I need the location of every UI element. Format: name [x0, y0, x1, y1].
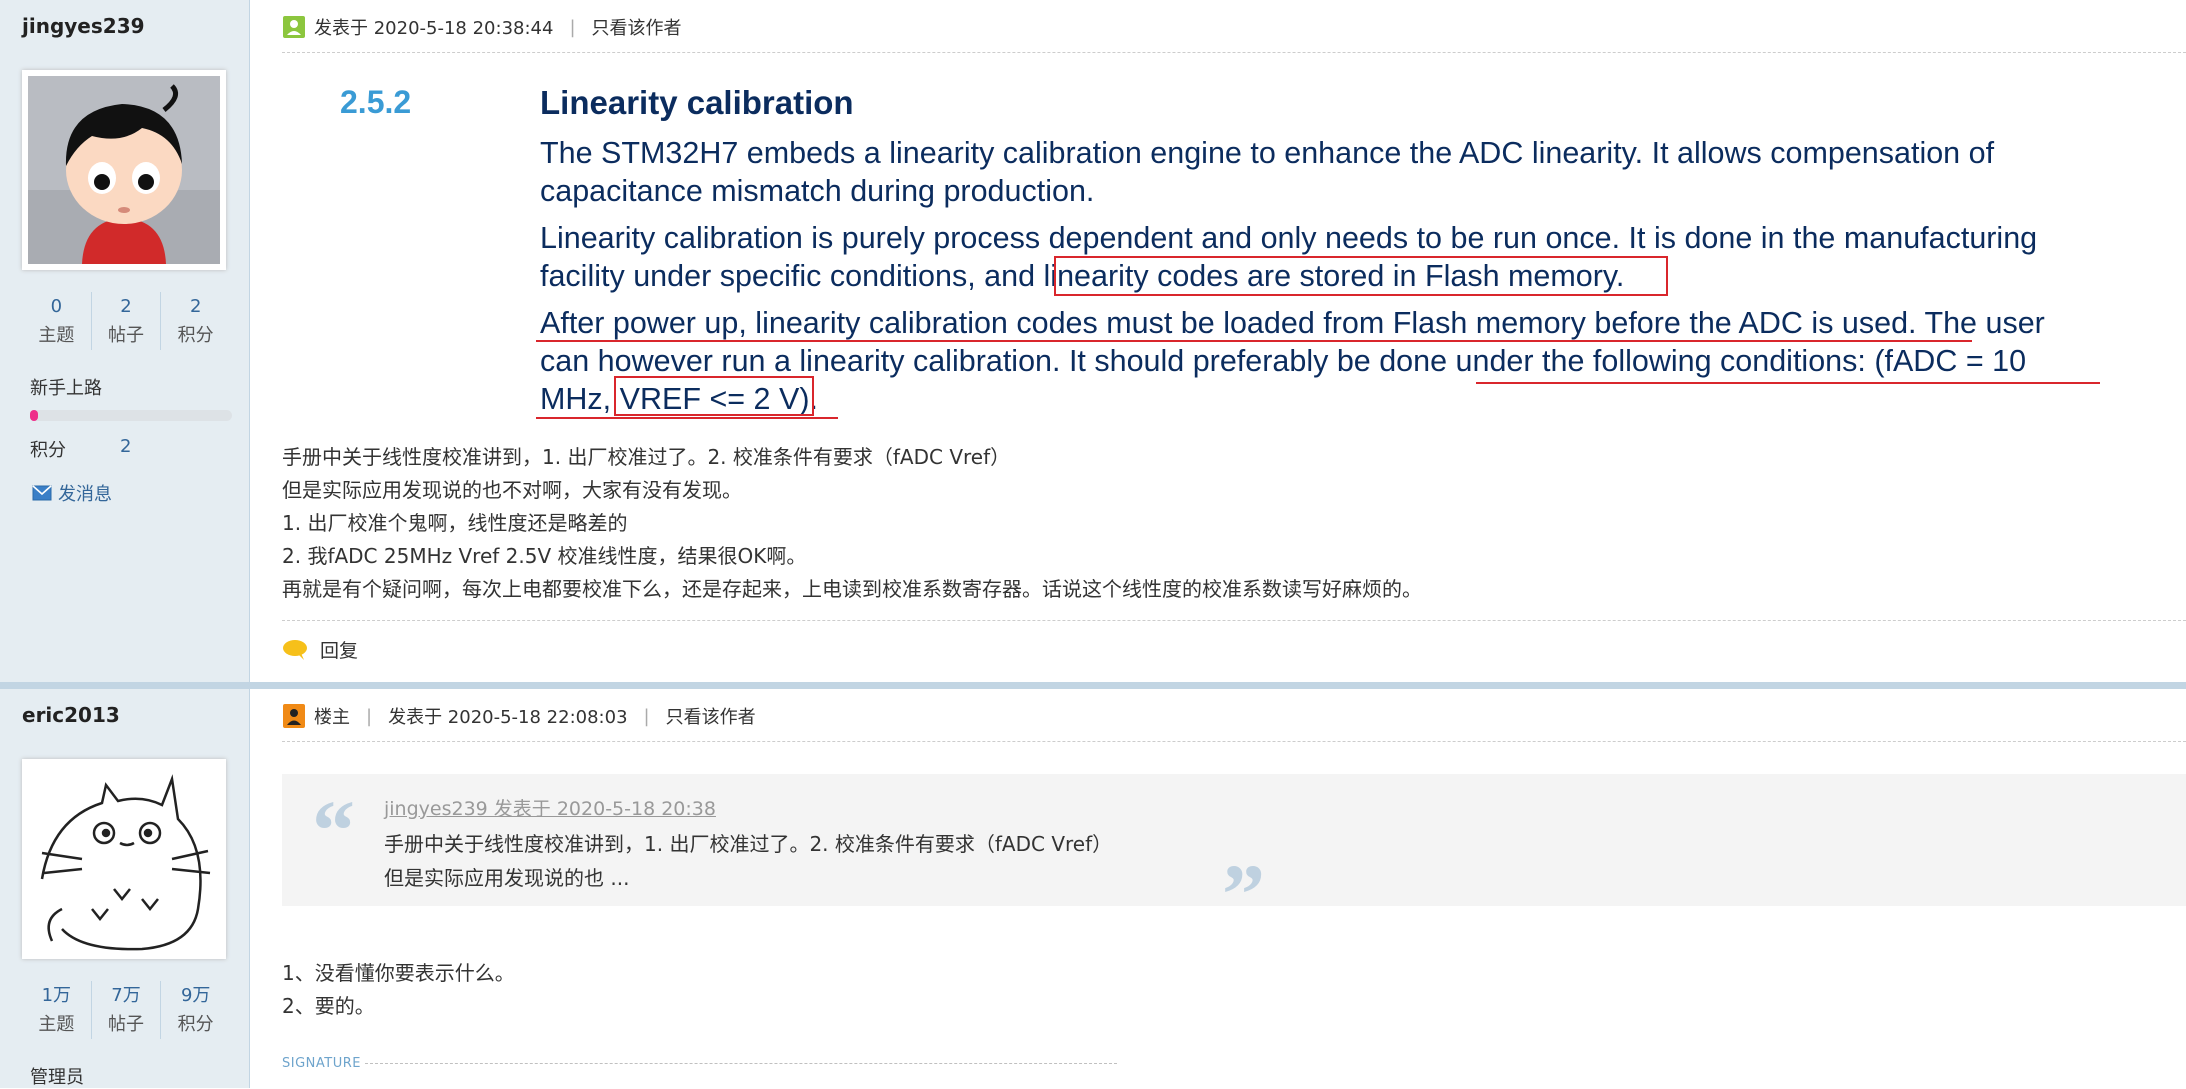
doc-para-1-line-1: The STM32H7 embeds a linearity calibrati…: [540, 136, 1995, 170]
author-stats: 0 主题 2 帖子 2 积分: [22, 292, 230, 350]
post1-header: 发表于 2020-5-18 20:38:44 | 只看该作者: [282, 14, 682, 40]
stat-posts[interactable]: 7万 帖子: [92, 981, 162, 1039]
doc-para-3-line-2: can however run a linearity calibration.…: [540, 344, 2027, 378]
stat-value: 0: [50, 296, 63, 317]
post-line: 1. 出厂校准个鬼啊，线性度还是略差的: [282, 511, 628, 535]
quote-line: 但是实际应用发现说的也 ...: [384, 866, 630, 890]
post1-author-sidebar: jingyes239 0 主题 2 帖子 2 积分 新手上路 积分 2 发消息: [0, 0, 250, 682]
points-value: 2: [120, 436, 132, 457]
doc-section-number: 2.5.2: [340, 84, 412, 120]
separator: |: [643, 705, 650, 727]
points-label: 积分: [30, 440, 66, 461]
highlight-box-vref: [614, 376, 814, 416]
post2-header: 楼主 | 发表于 2020-5-18 22:08:03 | 只看该作者: [282, 703, 756, 729]
stat-value: 9万: [180, 985, 211, 1006]
author-name[interactable]: eric2013: [22, 703, 120, 727]
signature-line: [364, 1063, 1117, 1064]
underline-mhz: [536, 417, 838, 419]
quote-block: “ jingyes239 发表于 2020-5-18 20:38 手册中关于线性…: [282, 774, 2186, 942]
stat-value: 7万: [111, 985, 141, 1006]
stat-topics[interactable]: 0 主题: [22, 292, 92, 350]
reply-button[interactable]: 回复: [282, 636, 358, 663]
envelope-icon: [32, 485, 52, 501]
post-line: 2、要的。: [282, 994, 375, 1018]
quote-close-mark: ”: [1222, 846, 1265, 942]
quote-author-link[interactable]: jingyes239 发表于 2020-5-18 20:38: [384, 794, 716, 821]
avatar-image: [22, 759, 226, 959]
stat-label: 主题: [38, 325, 75, 346]
stat-label: 帖子: [108, 1014, 144, 1035]
stat-value: 1万: [41, 985, 72, 1006]
underline-conditions: [1476, 382, 2100, 384]
author-name[interactable]: jingyes239: [22, 14, 145, 38]
stat-points[interactable]: 9万 积分: [161, 981, 230, 1039]
post-line: 2. 我fADC 25MHz Vref 2.5V 校准线性度，结果很OK啊。: [282, 544, 807, 568]
level-progress-bar: [30, 410, 232, 421]
post-line: 但是实际应用发现说的也不对啊，大家有没有发现。: [282, 478, 742, 502]
post-divider: [0, 682, 2186, 689]
post-line: 1、没看懂你要表示什么。: [282, 961, 515, 985]
header-divider: [282, 52, 2186, 53]
stat-value: 2: [120, 296, 132, 317]
doc-para-2-line-1: Linearity calibration is purely process …: [540, 221, 2038, 255]
doc-para-1-line-2: capacitance mismatch during production.: [540, 174, 1095, 208]
post-line: 手册中关于线性度校准讲到，1. 出厂校准过了。2. 校准条件有要求（fADC V…: [282, 445, 1011, 469]
quote-line: 手册中关于线性度校准讲到，1. 出厂校准过了。2. 校准条件有要求（fADC V…: [384, 832, 1113, 856]
stat-label: 帖子: [108, 325, 144, 346]
stat-posts[interactable]: 2 帖子: [92, 292, 162, 350]
reply-label: 回复: [320, 640, 359, 662]
stat-label: 积分: [177, 1014, 214, 1035]
stat-label: 主题: [38, 1014, 75, 1035]
signature-divider: SIGNATURE: [282, 1056, 1117, 1071]
only-author-link[interactable]: 只看该作者: [666, 703, 756, 729]
stat-value: 2: [189, 296, 202, 317]
header-divider: [282, 741, 2186, 742]
stat-topics[interactable]: 1万 主题: [22, 981, 92, 1039]
avatar[interactable]: [22, 70, 226, 270]
post-timestamp: 发表于 2020-5-18 22:08:03: [388, 707, 628, 728]
owner-badge: 楼主: [314, 707, 350, 728]
level-progress-fill: [30, 410, 38, 421]
avatar[interactable]: [22, 759, 226, 959]
post2-body: 1、没看懂你要表示什么。 2、要的。: [282, 957, 515, 1023]
avatar-image: [28, 76, 220, 264]
separator: |: [366, 705, 373, 727]
send-message-link[interactable]: 发消息: [32, 480, 112, 506]
speech-bubble-icon: [283, 639, 307, 660]
user-role[interactable]: 管理员: [30, 1063, 84, 1089]
only-author-link[interactable]: 只看该作者: [592, 14, 682, 40]
send-message-label: 发消息: [58, 484, 112, 505]
highlight-box-flash: [1054, 256, 1668, 296]
thread-owner-icon: [283, 704, 305, 728]
post-line: 再就是有个疑问啊，每次上电都要校准下么，还是存起来，上电读到校准系数寄存器。话说…: [282, 577, 1422, 601]
doc-section-title: Linearity calibration: [540, 84, 854, 121]
separator: |: [569, 16, 576, 38]
doc-para-3-line-1: After power up, linearity calibration co…: [540, 306, 2045, 340]
post1-body: 手册中关于线性度校准讲到，1. 出厂校准过了。2. 校准条件有要求（fADC V…: [282, 441, 1422, 606]
quote-open-mark: “: [312, 782, 355, 878]
underline-power-up: [536, 340, 1972, 342]
post2-author-sidebar: eric2013 1万 主题 7万 帖子 9万 积分 管理员: [0, 689, 250, 1088]
online-user-icon: [283, 16, 305, 38]
signature-label: SIGNATURE: [282, 1056, 361, 1071]
stat-points[interactable]: 2 积分: [161, 292, 230, 350]
stat-label: 积分: [177, 325, 214, 346]
post-timestamp: 发表于 2020-5-18 20:38:44: [314, 18, 554, 39]
user-level[interactable]: 新手上路: [30, 374, 102, 400]
footer-divider: [282, 620, 2186, 621]
author-stats: 1万 主题 7万 帖子 9万 积分: [22, 981, 230, 1039]
